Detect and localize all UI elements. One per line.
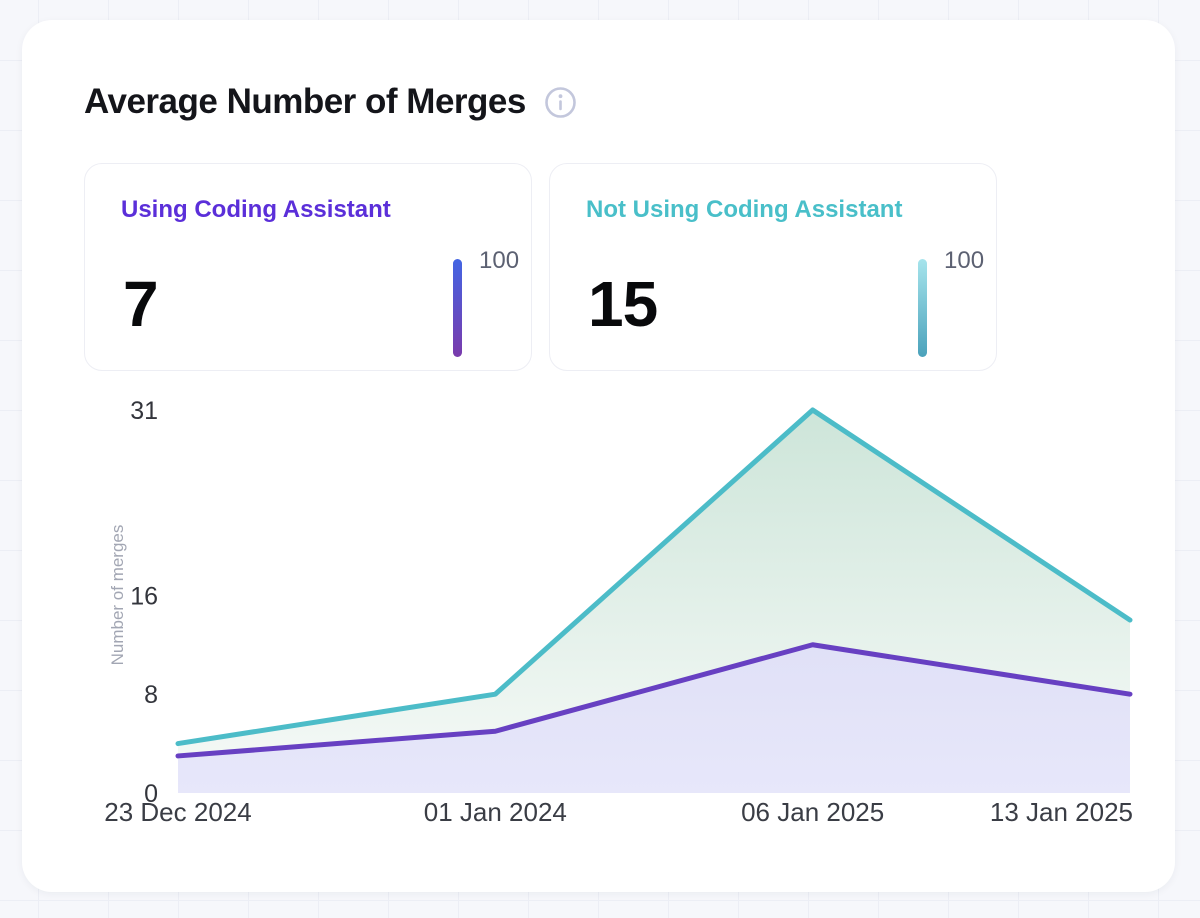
scale-max-label: 100 (479, 248, 519, 274)
x-tick-label: 06 Jan 2025 (741, 797, 884, 827)
y-axis-label: Number of merges (108, 525, 127, 666)
y-tick-label: 16 (130, 582, 158, 610)
y-tick-label: 31 (130, 397, 158, 425)
stat-value: 15 (588, 272, 657, 336)
chart-area: 081631Number of merges23 Dec 202401 Jan … (22, 20, 1175, 892)
gradient-scale-bar (453, 259, 462, 357)
merges-panel: 081631Number of merges23 Dec 202401 Jan … (22, 20, 1175, 892)
stat-card-not-using-assistant: Not Using Coding Assistant 15 100 (549, 163, 997, 371)
stat-title: Using Coding Assistant (121, 196, 391, 224)
y-tick-label: 8 (144, 681, 158, 709)
scale-max-label: 100 (944, 248, 984, 274)
merges-area-chart: 081631Number of merges23 Dec 202401 Jan … (22, 20, 1175, 892)
x-tick-label: 01 Jan 2024 (424, 797, 567, 827)
stat-value: 7 (123, 272, 158, 336)
gradient-scale-bar (918, 259, 927, 357)
panel-header: Average Number of Merges (84, 82, 577, 122)
stat-title: Not Using Coding Assistant (586, 196, 902, 224)
info-icon[interactable] (544, 86, 577, 119)
stat-card-using-assistant: Using Coding Assistant 7 100 (84, 163, 532, 371)
x-tick-label: 13 Jan 2025 (990, 797, 1133, 827)
page-title: Average Number of Merges (84, 82, 526, 122)
x-tick-label: 23 Dec 2024 (104, 797, 251, 827)
